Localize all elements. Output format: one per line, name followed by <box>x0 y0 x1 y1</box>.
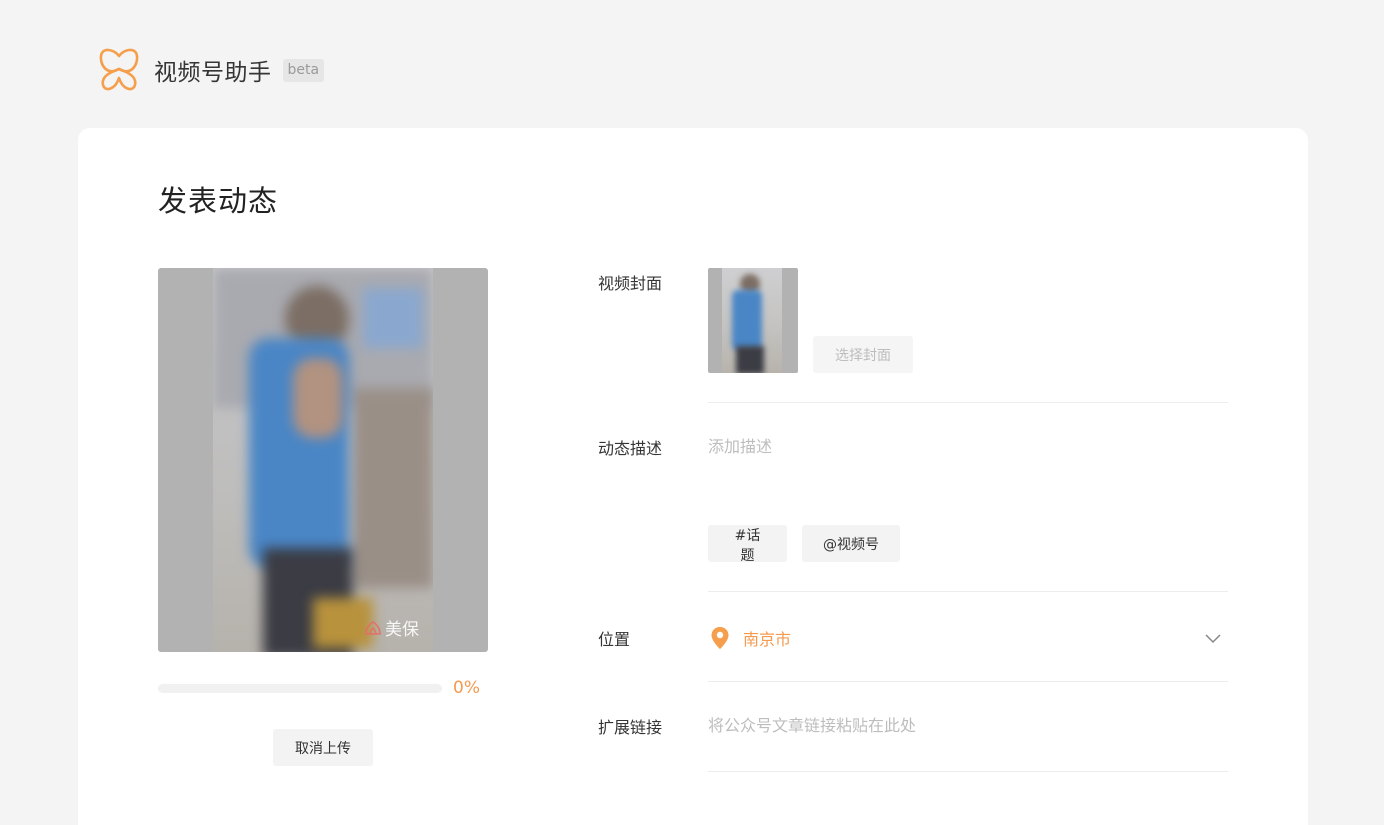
watermark-text: 美保 <box>385 620 419 640</box>
app-title: 视频号助手 <box>154 60 272 86</box>
header: 视频号助手 beta <box>96 48 325 92</box>
mention-tag-button[interactable]: @视频号 <box>802 525 900 562</box>
page-title: 发表动态 <box>158 184 279 218</box>
upload-progress: 0% <box>158 678 488 698</box>
video-frame: 美保 <box>213 268 433 652</box>
divider <box>708 681 1228 682</box>
description-label: 动态描述 <box>598 439 663 458</box>
video-window-blur <box>363 288 423 348</box>
divider <box>708 771 1228 772</box>
butterfly-logo-icon <box>99 48 139 91</box>
extension-link-label: 扩展链接 <box>598 718 663 737</box>
cover-legs-blur <box>736 346 764 373</box>
choose-cover-button[interactable]: 选择封面 <box>813 336 913 373</box>
location-pin-icon <box>711 627 729 649</box>
video-watermark: 美保 <box>364 615 419 640</box>
video-preview[interactable]: 美保 <box>158 268 488 652</box>
progress-text: 0% <box>453 678 480 698</box>
divider <box>708 591 1228 592</box>
cover-thumbnail-frame <box>722 268 782 373</box>
publish-card: 发表动态 美保 0% 取消上传 视频封面 选择封面 动态描述 添加描述 #话题 … <box>78 128 1308 825</box>
chevron-down-icon[interactable] <box>1204 629 1222 647</box>
topic-tag-button[interactable]: #话题 <box>708 525 787 564</box>
cancel-upload-button[interactable]: 取消上传 <box>273 729 373 766</box>
divider <box>708 402 1228 403</box>
description-input[interactable] <box>708 433 1228 503</box>
progress-track <box>158 683 442 693</box>
location-select[interactable]: 南京市 <box>708 618 1228 658</box>
beta-badge: beta <box>282 58 325 82</box>
cover-label: 视频封面 <box>598 274 663 293</box>
cover-thumbnail[interactable] <box>708 268 798 373</box>
extension-link-input[interactable] <box>708 710 1228 740</box>
watermark-logo-icon <box>365 620 381 635</box>
location-label: 位置 <box>598 630 631 649</box>
location-value: 南京市 <box>743 630 792 649</box>
video-arm-blur <box>293 358 343 438</box>
cover-shirt-blur <box>732 290 762 350</box>
video-wall-blur <box>353 388 433 588</box>
